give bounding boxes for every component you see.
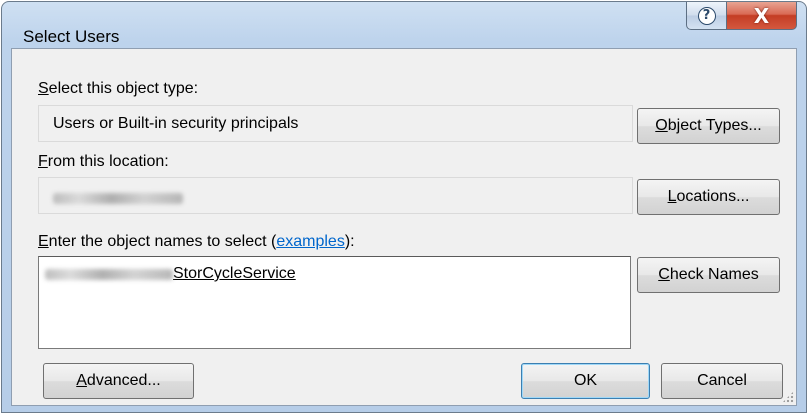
check-names-button-mnemonic: C xyxy=(658,266,670,283)
ok-button-label: OK xyxy=(573,372,598,389)
help-icon: ? xyxy=(697,6,716,25)
select-users-dialog: Select Users ? X Select this object type… xyxy=(1,1,807,413)
window-title: Select Users xyxy=(23,27,120,46)
object-names-input[interactable]: StorCycleService xyxy=(38,256,631,349)
object-names-label-mnemonic: E xyxy=(38,233,49,250)
object-types-button[interactable]: Object Types... xyxy=(637,108,780,144)
redacted-location-value xyxy=(53,193,183,205)
locations-button[interactable]: Locations... xyxy=(637,179,780,215)
locations-button-label: ocations... xyxy=(676,188,750,205)
cancel-button[interactable]: Cancel xyxy=(661,363,783,399)
object-names-label-text: nter the object names to select ( xyxy=(48,233,277,250)
advanced-button[interactable]: Advanced... xyxy=(43,363,194,399)
resize-grip-icon[interactable] xyxy=(782,391,794,403)
advanced-button-label: dvanced... xyxy=(86,372,161,389)
locations-button-mnemonic: L xyxy=(667,188,677,205)
cancel-button-label: Cancel xyxy=(697,372,747,389)
object-type-label-text: elect this object type: xyxy=(48,80,199,97)
resolved-object-name: StorCycleService xyxy=(173,265,296,282)
location-label-text: rom this location: xyxy=(47,153,169,170)
object-type-label-mnemonic: S xyxy=(38,80,49,97)
object-names-label: Enter the object names to select (exampl… xyxy=(38,233,355,251)
object-names-label-end: ): xyxy=(344,233,355,250)
location-field xyxy=(38,177,633,214)
location-label: From this location: xyxy=(38,153,169,171)
examples-link[interactable]: examples xyxy=(276,233,344,250)
close-button[interactable]: X xyxy=(726,2,797,30)
object-types-button-label: bject Types... xyxy=(667,117,762,134)
object-type-field: Users or Built-in security principals xyxy=(38,105,633,142)
dialog-body: Select this object type: Users or Built-… xyxy=(11,48,797,406)
location-label-mnemonic: F xyxy=(38,153,48,170)
title-bar[interactable]: Select Users ? X xyxy=(2,2,806,48)
redacted-domain-prefix xyxy=(45,268,173,280)
object-type-label: Select this object type: xyxy=(38,80,198,98)
close-icon: X xyxy=(753,3,770,28)
check-names-button[interactable]: Check Names xyxy=(637,257,780,293)
check-names-button-label: heck Names xyxy=(669,266,759,283)
advanced-button-mnemonic: A xyxy=(76,372,87,389)
object-types-button-mnemonic: O xyxy=(655,117,668,134)
ok-button[interactable]: OK xyxy=(521,363,650,399)
object-type-value: Users or Built-in security principals xyxy=(53,115,299,132)
help-button[interactable]: ? xyxy=(686,2,727,30)
